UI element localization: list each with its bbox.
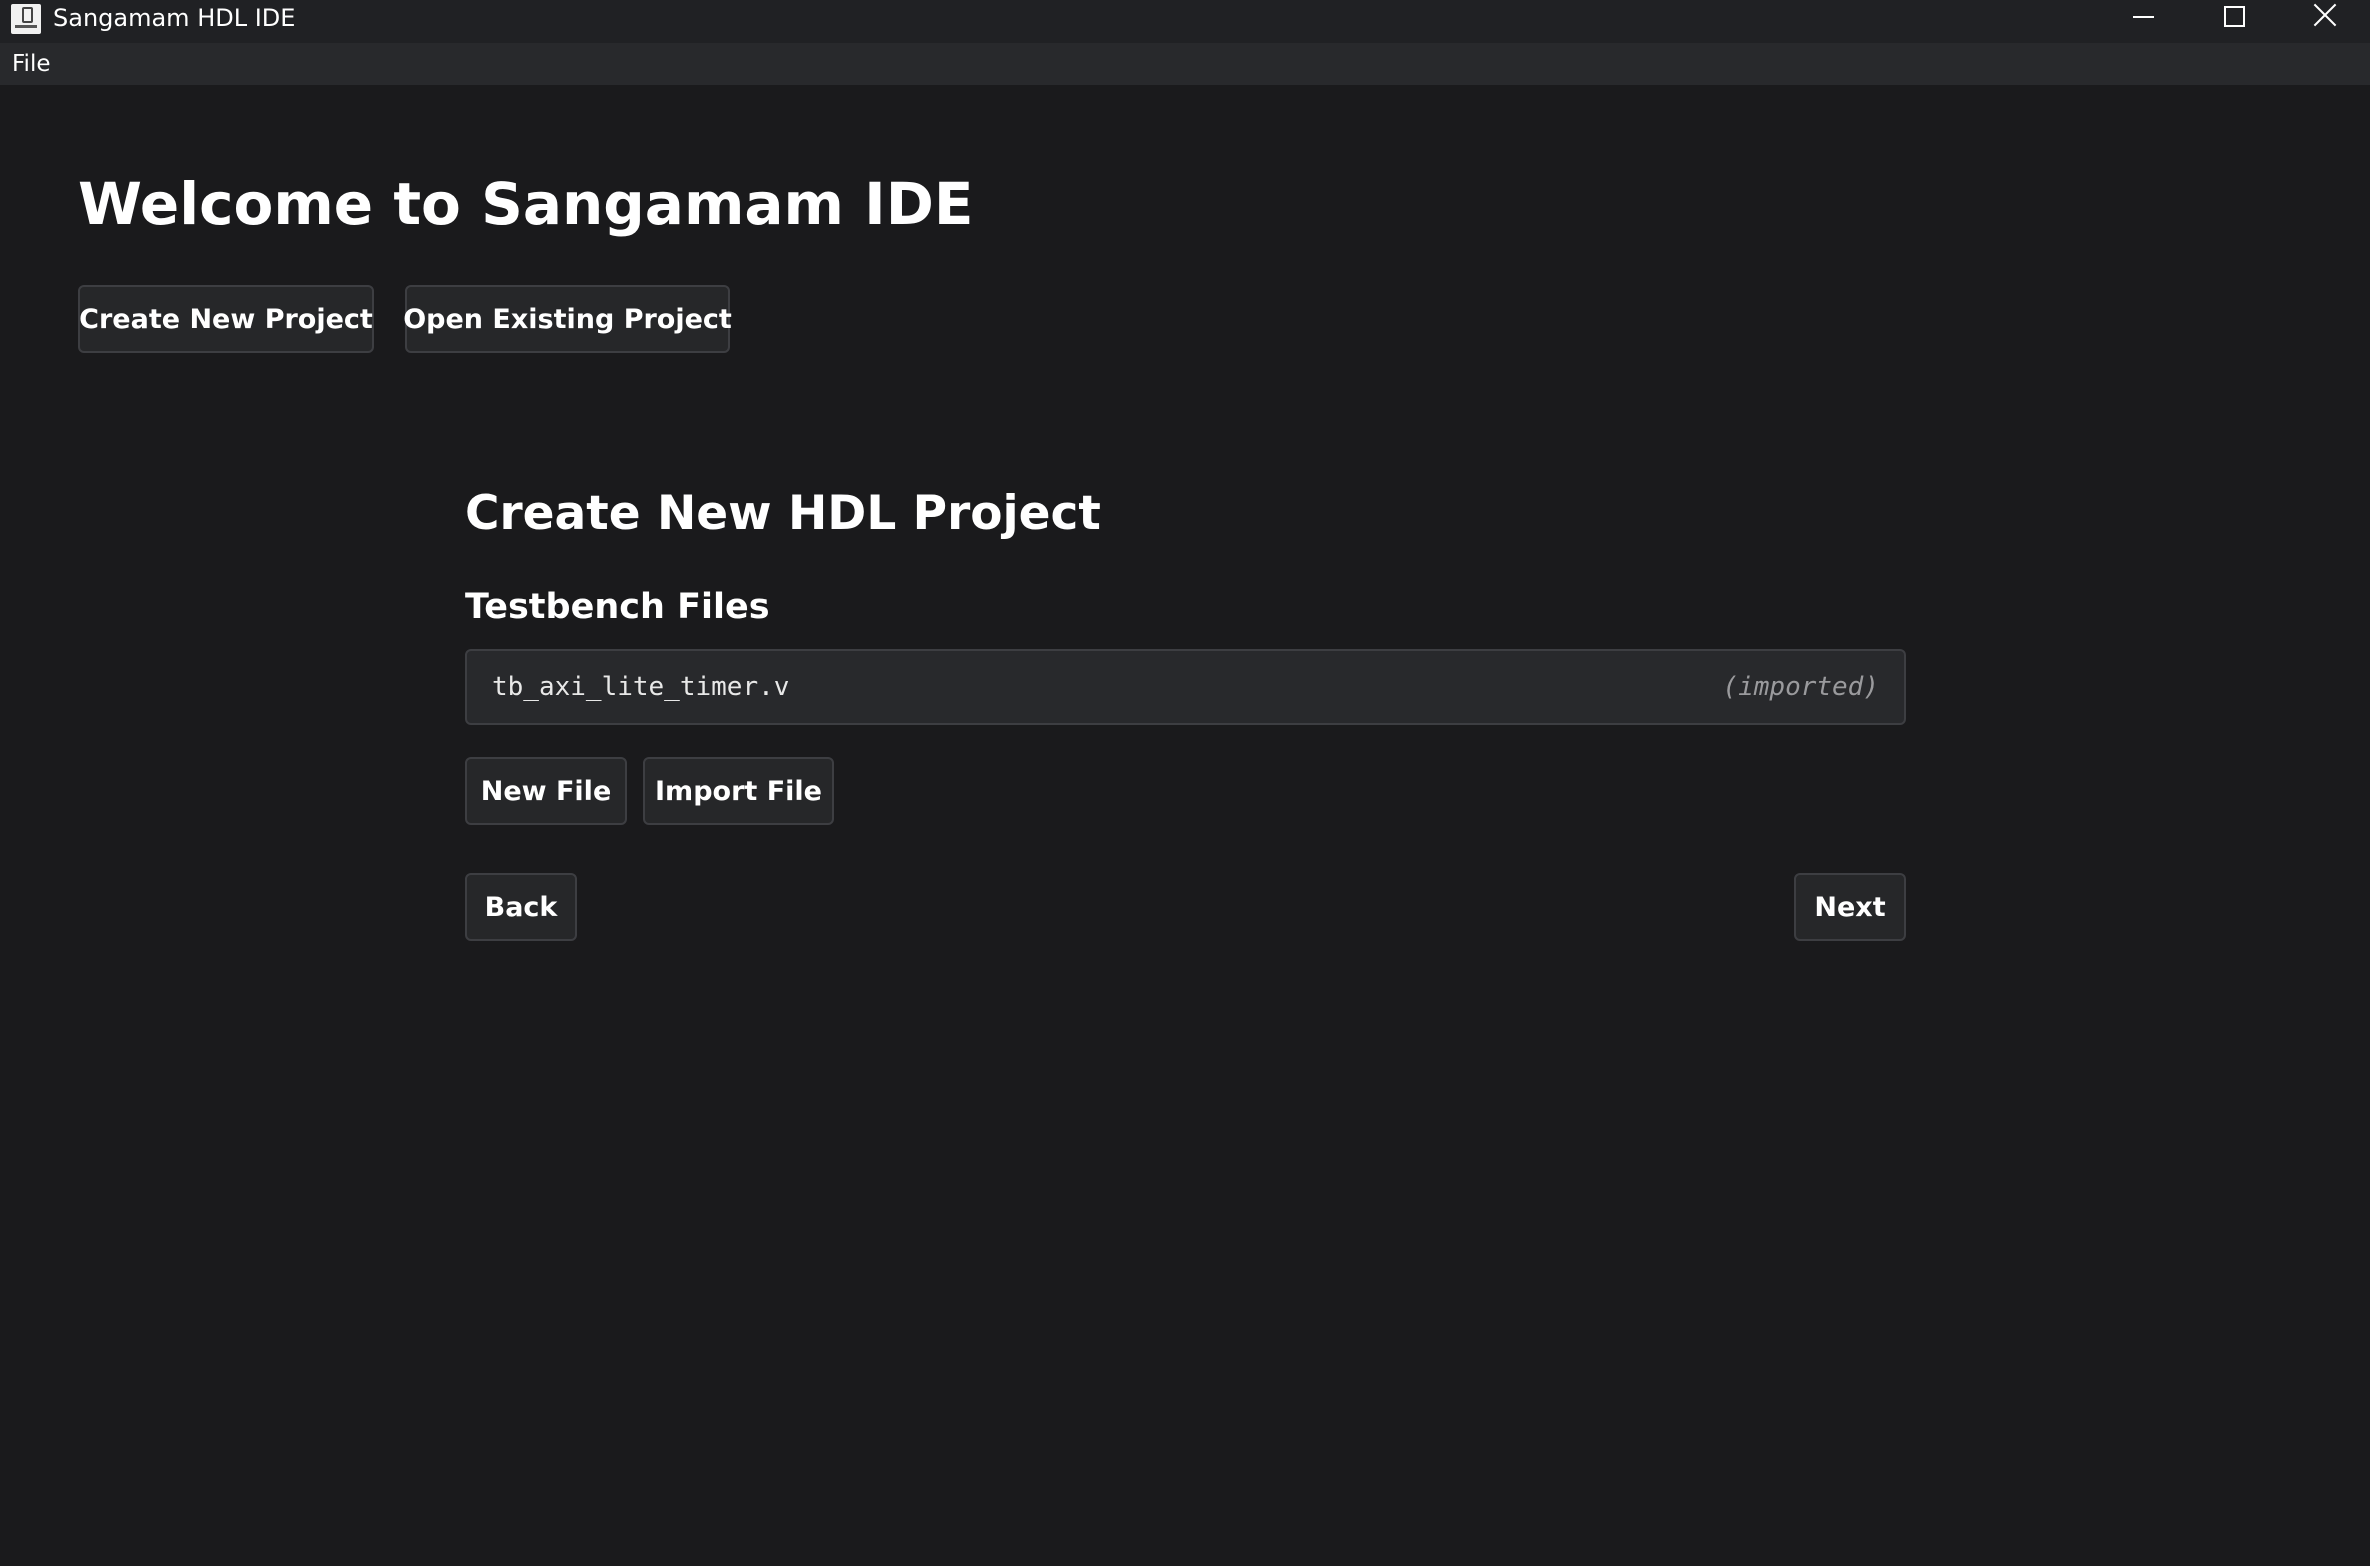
minimize-button[interactable] <box>2097 0 2189 35</box>
file-name: tb_axi_lite_timer.v <box>492 672 790 702</box>
minimize-icon <box>2133 16 2154 18</box>
welcome-title: Welcome to Sangamam IDE <box>78 170 974 238</box>
close-button[interactable] <box>2279 0 2370 35</box>
wizard-title: Create New HDL Project <box>465 486 1101 541</box>
menu-file[interactable]: File <box>11 49 52 79</box>
window-title: Sangamam HDL IDE <box>53 4 296 32</box>
app-icon <box>11 4 41 34</box>
back-button[interactable]: Back <box>465 873 577 941</box>
title-bar: Sangamam HDL IDE <box>0 0 2370 43</box>
import-file-button[interactable]: Import File <box>643 757 834 825</box>
close-icon <box>2313 3 2337 27</box>
open-existing-project-button[interactable]: Open Existing Project <box>403 285 732 353</box>
file-status: (imported) <box>1722 672 1879 702</box>
testbench-files-heading: Testbench Files <box>465 587 770 627</box>
maximize-icon <box>2224 6 2245 27</box>
new-file-button[interactable]: New File <box>465 757 627 825</box>
next-button[interactable]: Next <box>1794 873 1906 941</box>
create-new-project-button[interactable]: Create New Project <box>78 285 374 353</box>
menu-bar: File <box>0 43 2370 85</box>
maximize-button[interactable] <box>2188 0 2280 35</box>
file-list-item[interactable]: tb_axi_lite_timer.v (imported) <box>465 649 1906 725</box>
